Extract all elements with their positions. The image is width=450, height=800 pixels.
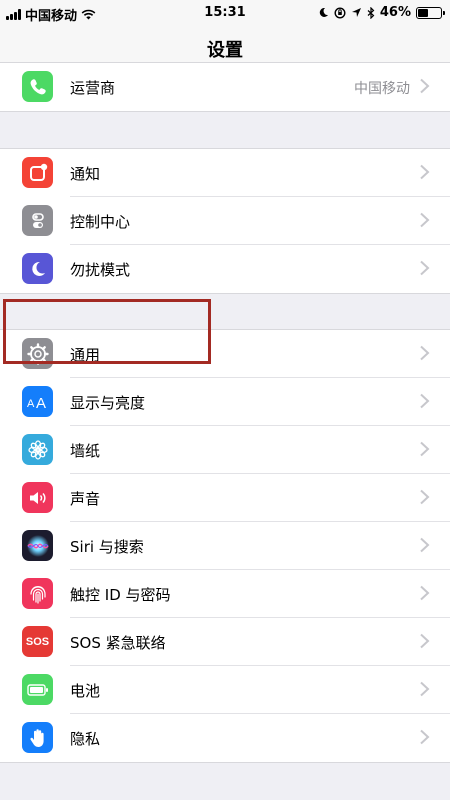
speaker-icon [22,482,53,513]
settings-group-general: 通用 AA 显示与亮度 墙纸 声音 Siri 与搜索 触控 ID 与密码 SOS… [0,329,450,763]
notification-icon [22,157,53,188]
chevron-right-icon [420,633,430,649]
chevron-right-icon [420,537,430,553]
hand-icon [22,722,53,753]
moon-icon [22,253,53,284]
settings-row-label: SOS 紧急联络 [70,634,166,652]
battery-icon [22,674,53,705]
chevron-right-icon [420,681,430,697]
highlight-box [3,299,211,364]
settings-row-label: Siri 与搜索 [70,538,144,556]
settings-row-label: 声音 [70,490,101,508]
settings-row-label: 运营商 [70,79,116,97]
settings-row-emergency-sos[interactable]: SOS SOS 紧急联络 [0,618,450,666]
battery-fill [418,8,428,17]
flower-icon [22,434,53,465]
settings-row-do-not-disturb[interactable]: 勿扰模式 [0,245,450,293]
svg-text:A: A [36,395,46,412]
settings-row-privacy[interactable]: 隐私 [0,714,450,762]
settings-row-battery[interactable]: 电池 [0,666,450,714]
control-center-icon [22,205,53,236]
display-aa-icon: AA [22,386,53,417]
settings-row-label: 控制中心 [70,213,131,231]
settings-row-carrier[interactable]: 运营商 中国移动 [0,63,450,111]
bluetooth-icon [367,6,375,19]
settings-row-label: 勿扰模式 [70,261,131,279]
chevron-right-icon [420,212,430,228]
carrier-value: 中国移动 [354,81,410,97]
settings-row-siri-search[interactable]: Siri 与搜索 [0,522,450,570]
status-right: 46% [318,5,445,20]
chevron-right-icon [420,164,430,180]
svg-text:A: A [27,398,35,410]
settings-row-wallpaper[interactable]: 墙纸 [0,426,450,474]
settings-row-sounds[interactable]: 声音 [0,474,450,522]
settings-row-label: 隐私 [70,730,101,748]
settings-group-carrier: 运营商 中国移动 [0,62,450,112]
chevron-right-icon [420,260,430,276]
sos-icon-text: SOS [25,635,50,648]
chevron-right-icon [420,729,430,745]
chevron-right-icon [420,345,430,361]
settings-row-label: 电池 [70,682,101,700]
chevron-right-icon [420,489,430,505]
page-title: 设置 [207,40,243,61]
settings-row-label: 墙纸 [70,442,101,460]
siri-icon [22,530,53,561]
sos-icon: SOS [22,626,53,657]
location-icon [351,8,361,17]
phone-icon [22,71,53,102]
battery-status-icon [416,6,445,19]
chevron-right-icon [420,441,430,457]
settings-group-notifications: 通知 控制中心 勿扰模式 [0,148,450,294]
moon-status-icon [319,7,328,17]
status-bar: 中国移动 15:31 46% [0,0,450,26]
fingerprint-icon [22,578,53,609]
chevron-right-icon [420,78,430,94]
settings-row-notifications[interactable]: 通知 [0,149,450,197]
settings-row-control-center[interactable]: 控制中心 [0,197,450,245]
settings-row-label: 触控 ID 与密码 [70,586,171,604]
rotation-lock-icon [334,6,346,19]
chevron-right-icon [420,585,430,601]
battery-percent: 46% [379,5,411,20]
chevron-right-icon [420,393,430,409]
settings-row-label: 通知 [70,165,101,183]
settings-row-label: 显示与亮度 [70,394,146,412]
settings-row-touch-id[interactable]: 触控 ID 与密码 [0,570,450,618]
settings-row-display-brightness[interactable]: AA 显示与亮度 [0,378,450,426]
